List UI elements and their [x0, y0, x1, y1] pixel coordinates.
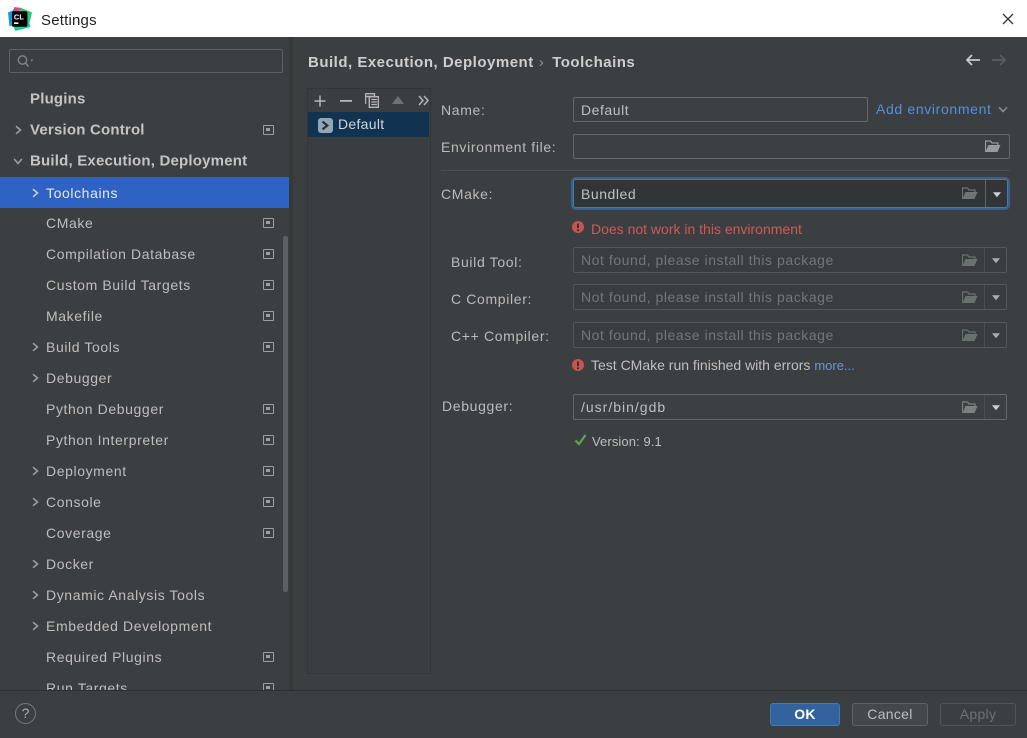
- svg-text:CL: CL: [14, 12, 25, 21]
